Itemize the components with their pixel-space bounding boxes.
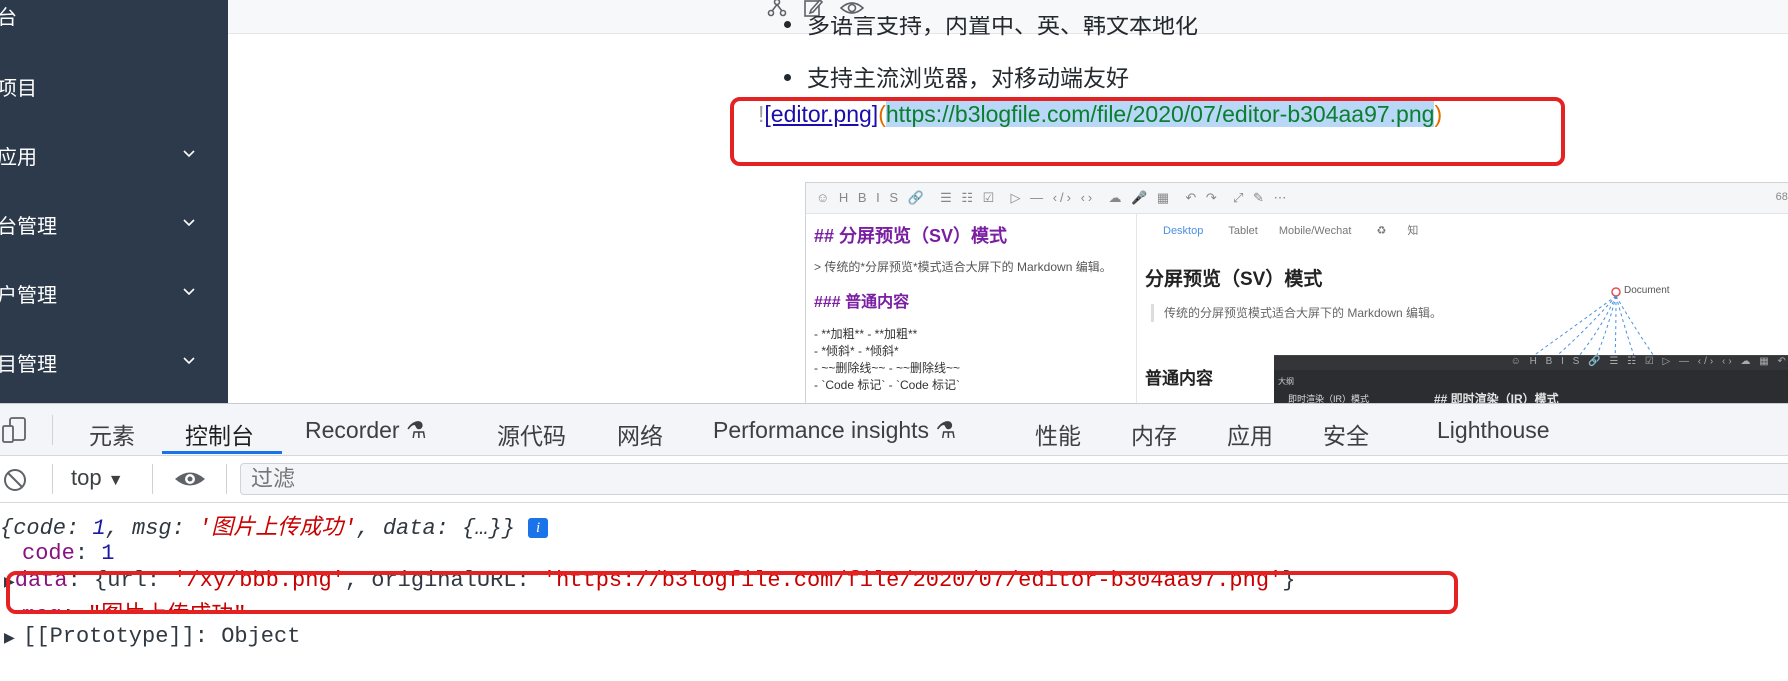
tab-recorder[interactable]: Recorder ⚗ [305,417,427,444]
sidebar-item-dashboard[interactable]: 台 [0,0,222,35]
preview-rendered-quote: 传统的分屏预览模式适合大屏下的 Markdown 编辑。 [1151,304,1444,322]
tab-network[interactable]: 网络 [617,417,663,451]
devtools-tabbar: 元素 控制台 Recorder ⚗ 源代码 网络 Performance ins… [0,404,1788,456]
sidebar-item-platform-mgmt[interactable]: 台管理 [0,204,222,244]
preview-md-heading: ## 分屏预览（SV）模式 [814,226,1008,246]
sidebar-item-apps[interactable]: 应用 [0,135,222,175]
flask-icon: ⚗ [935,417,957,443]
sidebar-item-label: 台管理 [0,215,57,238]
chevron-down-icon [183,357,195,365]
sidebar-item-label: 户管理 [0,284,57,307]
bullet-item-i18n: 多语言支持，内置中、英、韩文本地化 [784,16,1198,36]
tab-elements[interactable]: 元素 [89,417,135,451]
editor-page: 多语言支持，内置中、英、韩文本地化 支持主流浏览器，对移动端友好 ![edito… [228,0,1788,403]
preview-md-list: - **加粗** - **加粗** - *倾斜* - *倾斜* - ~~删除线~… [814,327,961,392]
dark-outline-label: 大纲 [1278,377,1294,386]
clear-console-icon[interactable] [2,467,28,493]
tab-lighthouse[interactable]: Lighthouse [1437,417,1550,444]
chevron-down-icon [183,150,195,158]
dark-heading: ## 即时渲染（IR）模式 [1434,392,1559,403]
console-log-summary[interactable]: {code: 1, msg: '图片上传成功', data: {…}} i [0,509,549,541]
preview-rendered-heading: 分屏预览（SV）模式 [1145,269,1323,290]
mindmap-root-label: Document [1624,285,1670,296]
console-prototype[interactable]: ▶ [[Prototype]]: Object [4,624,300,649]
context-selector[interactable]: top ▼ [71,465,124,491]
sidebar-item-user-mgmt[interactable]: 户管理 [0,273,222,313]
sidebar: 台 项目 应用 台管理 户管理 目管理 [0,0,228,403]
tab-console[interactable]: 控制台 [185,417,254,451]
preview-md-subheading: ### 普通内容 [814,294,910,311]
preview-rendered-subheading: 普通内容 [1145,369,1213,388]
chevron-down-icon [183,288,195,296]
preview-word-count: 681 [1775,191,1788,203]
dark-outline-item: 即时渲染（IR）模式 [1288,394,1370,403]
sidebar-item-projects[interactable]: 项目 [0,66,222,106]
sidebar-item-label: 应用 [0,146,37,169]
sidebar-item-label: 项目 [0,77,37,100]
info-icon[interactable]: i [528,518,549,538]
sidebar-item-project-mgmt[interactable]: 目管理 [0,342,222,382]
tab-memory[interactable]: 内存 [1131,417,1177,451]
tab-sources[interactable]: 源代码 [497,417,566,451]
console-filter-input[interactable] [240,463,1788,495]
sidebar-item-label: 目管理 [0,353,57,376]
active-tab-indicator [162,451,282,454]
preview-markdown-pane: ## 分屏预览（SV）模式 > 传统的*分屏预览*模式适合大屏下的 Markdo… [806,214,1137,403]
highlight-box-data-line [6,571,1458,614]
bullet-item-browsers: 支持主流浏览器，对移动端友好 [784,59,1129,93]
device-toolbar-icon[interactable] [2,416,28,444]
tab-application[interactable]: 应用 [1227,417,1273,451]
console-prop-code: code: 1 [22,541,115,566]
chevron-down-icon [183,219,195,227]
preview-toolbar: ☺ H B I S 🔗 ☰ ☷ ☑ ▷ — ‹/› ‹› ☁ 🎤 ▦ ↶ ↷ ⤢… [806,183,1788,214]
sidebar-item-label: 台 [0,6,17,29]
tab-performance[interactable]: 性能 [1035,417,1081,451]
console-filterbar: top ▼ [0,456,1788,503]
devtools-panel: 元素 控制台 Recorder ⚗ 源代码 网络 Performance ins… [0,403,1788,681]
flask-icon: ⚗ [406,417,427,443]
highlight-box-image-url [730,97,1565,166]
editor-preview-image: ☺ H B I S 🔗 ☰ ☷ ☑ ▷ — ‹/› ‹› ☁ 🎤 ▦ ↶ ↷ ⤢… [805,182,1788,403]
tab-performance-insights[interactable]: Performance insights ⚗ [713,417,956,444]
live-expression-eye-icon[interactable] [173,468,207,490]
dropdown-arrow-icon: ▼ [107,472,124,489]
preview-md-quote: > 传统的*分屏预览*模式适合大屏下的 Markdown 编辑。 [814,260,1112,274]
preview-device-tabs: Desktop Tablet Mobile/Wechat ♻ 知 [1163,225,1419,237]
preview-dark-editor: ☺ H B I S 🔗 ☰ ☷ ☑ ▷ — ‹/› ‹› ☁ ▦ ↶ ↷ 大纲 … [1274,355,1788,403]
tab-security[interactable]: 安全 [1323,417,1369,451]
